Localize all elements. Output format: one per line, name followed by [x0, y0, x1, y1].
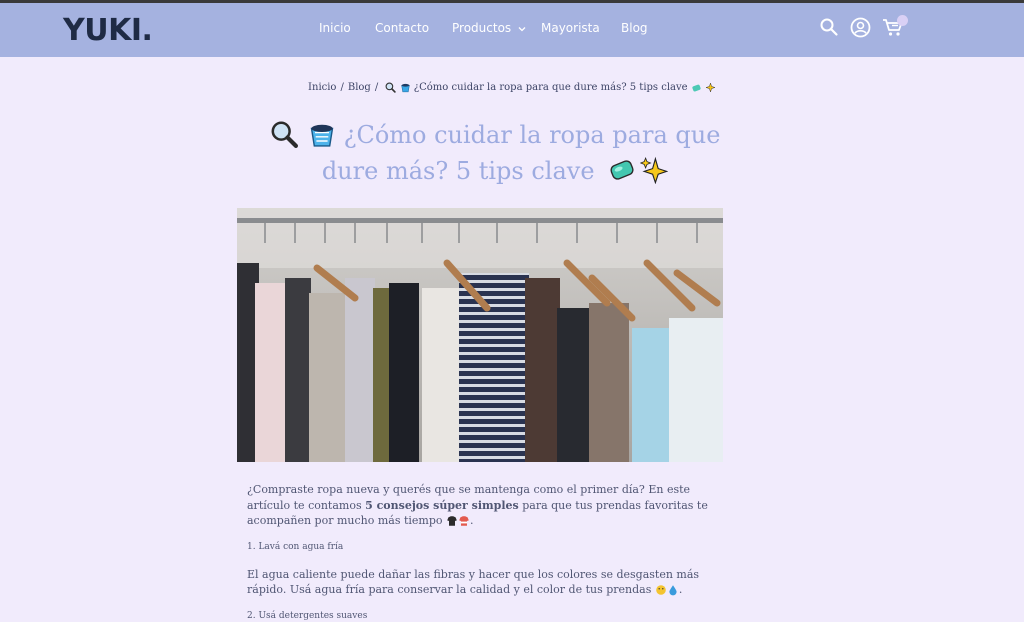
- account-icon[interactable]: [850, 17, 871, 38]
- intro-bold: 5 consejos súper simples: [365, 498, 519, 512]
- chevron-down-icon: [518, 26, 526, 31]
- droplet-emoji-icon: [669, 585, 677, 596]
- post-hero-image: [237, 208, 723, 462]
- sparkles-emoji-icon: [705, 82, 716, 93]
- nav-contacto[interactable]: Contacto: [375, 21, 429, 35]
- breadcrumb-current: ¿Cómo cuidar la ropa para que dure más? …: [413, 82, 688, 93]
- magnifier-emoji-icon: [385, 82, 397, 93]
- post-title: ¿Cómo cuidar la ropa para que dure más? …: [237, 117, 753, 189]
- laundry-basket-emoji-icon: [310, 124, 333, 147]
- search-icon[interactable]: [819, 17, 839, 37]
- magnifier-emoji-icon: [271, 121, 298, 148]
- tshirt-emoji-icon: [459, 516, 469, 526]
- nav-productos[interactable]: Productos: [452, 21, 526, 35]
- nav-mayorista[interactable]: Mayorista: [541, 21, 600, 35]
- clothes-rack-photo: [237, 208, 723, 462]
- sparkles-emoji-icon: [640, 156, 669, 184]
- tip2-heading: 2. Usá detergentes suaves: [247, 610, 368, 621]
- cold-face-emoji-icon: [656, 585, 666, 595]
- tip1-heading: 1. Lavá con agua fría: [247, 541, 344, 552]
- breadcrumb-blog[interactable]: Blog: [348, 82, 371, 93]
- shirt-emoji-icon: [447, 516, 457, 526]
- site-logo[interactable]: YUKI.: [63, 13, 153, 48]
- cart-count-badge: [897, 15, 908, 26]
- post-title-line2: dure más? 5 tips clave: [321, 157, 595, 185]
- post-title-line1: ¿Cómo cuidar la ropa para que: [343, 121, 721, 149]
- breadcrumb-separator: /: [340, 82, 344, 93]
- post-body: ¿Compraste ropa nueva y querés que se ma…: [247, 482, 717, 622]
- intro-paragraph: ¿Compraste ropa nueva y querés que se ma…: [247, 483, 708, 527]
- breadcrumb-separator: /: [374, 82, 379, 93]
- soap-emoji-icon: [692, 84, 701, 92]
- nav-blog[interactable]: Blog: [621, 21, 648, 35]
- nav-productos-label: Productos: [452, 21, 512, 35]
- nav-inicio[interactable]: Inicio: [319, 21, 351, 35]
- tip1-text: El agua caliente puede dañar las fibras …: [247, 567, 700, 597]
- breadcrumb-inicio[interactable]: Inicio: [308, 82, 336, 93]
- laundry-basket-emoji-icon: [400, 83, 410, 93]
- breadcrumb: Inicio / Blog / ¿Cómo cuidar la ropa para q…: [0, 82, 1024, 93]
- tip1-paragraph: El agua caliente puede dañar las fibras …: [247, 567, 700, 597]
- site-header: YUKI. Inicio Contacto Productos Mayorist…: [0, 3, 1024, 57]
- soap-emoji-icon: [610, 159, 634, 180]
